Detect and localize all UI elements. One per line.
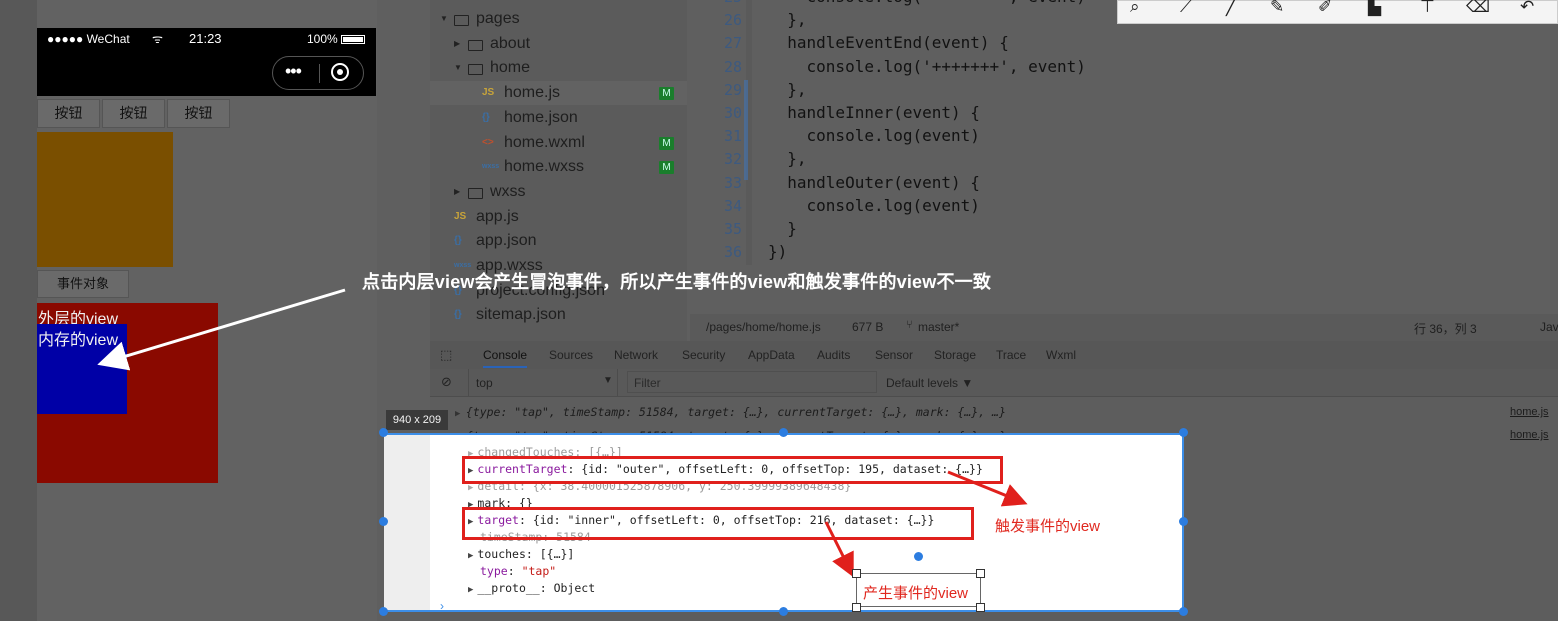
annotation-arrows xyxy=(97,288,1028,578)
annotation-caption: 点击内层view会产生冒泡事件，所以产生事件的view和触发事件的view不一致 xyxy=(362,272,992,292)
textbox-handle[interactable] xyxy=(976,603,985,612)
red-arrow-current-target xyxy=(947,470,1028,507)
textbox-handle[interactable] xyxy=(852,603,861,612)
textbox-handle[interactable] xyxy=(852,569,861,578)
textbox-handle[interactable] xyxy=(976,569,985,578)
produce-view-label: 产生事件的view xyxy=(863,585,969,602)
red-arrow-target xyxy=(824,521,854,578)
trigger-view-label: 触发事件的view xyxy=(995,518,1101,535)
produce-view-textbox[interactable]: 产生事件的view xyxy=(852,569,985,612)
white-arrow xyxy=(97,288,346,371)
